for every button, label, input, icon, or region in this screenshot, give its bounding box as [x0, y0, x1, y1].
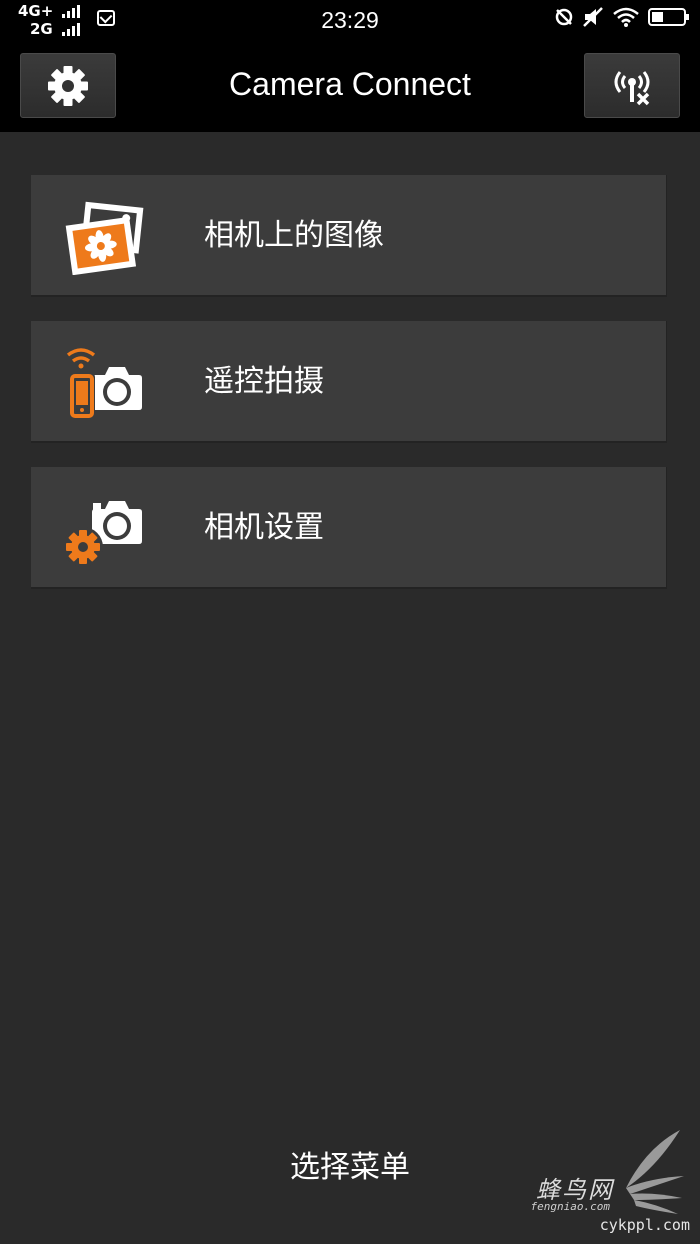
menu-item-label: 相机设置 [204, 510, 324, 545]
status-icons [554, 6, 689, 28]
watermark: 蜂鸟网 fengniao.com cykppl.com [490, 1128, 690, 1238]
menu-item-remote-shooting[interactable]: 遥控拍摄 [31, 321, 667, 443]
menu-item-camera-images[interactable]: 相机上的图像 [31, 175, 667, 297]
menu-item-label: 相机上的图像 [204, 218, 384, 253]
app-screen: 4G+ 2G 23:29 Camera Connect 相机上的图像 遥控拍摄 … [0, 0, 700, 1244]
menu-item-label: 遥控拍摄 [204, 364, 324, 399]
camera-images-icon [65, 201, 144, 275]
connection-button[interactable] [584, 53, 680, 118]
app-header: Camera Connect [0, 42, 700, 132]
bird-logo-icon [626, 1130, 684, 1214]
sync-off-icon [555, 8, 573, 26]
status-bar: 4G+ 2G 23:29 [0, 0, 700, 42]
watermark-subtitle: fengniao.com [530, 1200, 610, 1213]
wifi-icon [613, 7, 639, 27]
battery-icon [648, 8, 689, 26]
camera-settings-icon [65, 501, 142, 567]
wireless-disconnect-icon [614, 70, 650, 105]
menu-item-camera-settings[interactable]: 相机设置 [31, 467, 667, 589]
remote-shooting-icon [66, 348, 142, 419]
mute-icon [583, 7, 603, 27]
watermark-url: cykppl.com [599, 1216, 690, 1234]
